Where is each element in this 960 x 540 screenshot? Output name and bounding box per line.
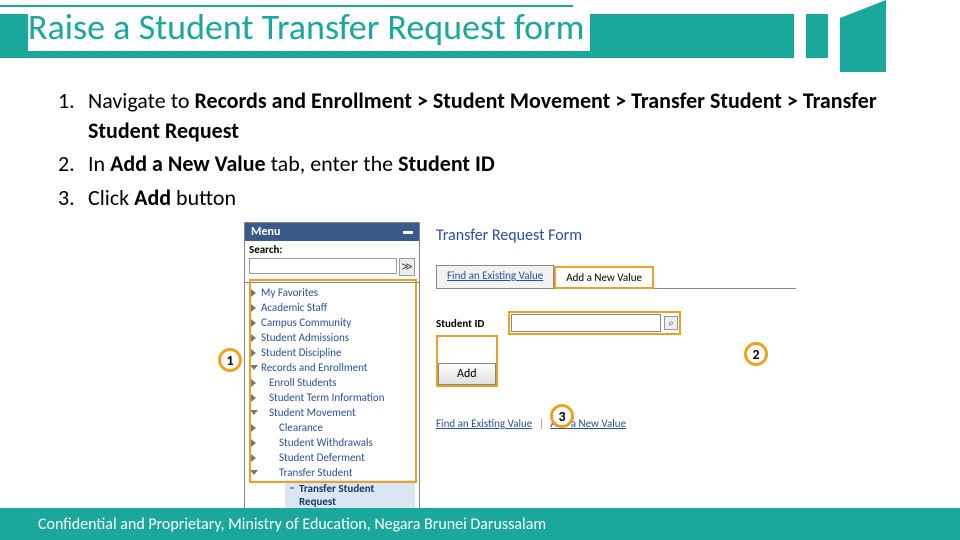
step-number: 3.: [58, 183, 88, 213]
header-accent: [806, 14, 828, 58]
nav-student-admissions[interactable]: Student Admissions: [249, 330, 419, 345]
nav-student-withdrawals[interactable]: Student Withdrawals: [249, 435, 419, 450]
step-text: In Add a New Value tab, enter the Studen…: [88, 149, 928, 179]
nav-academic-staff[interactable]: Academic Staff: [249, 300, 419, 315]
student-id-input[interactable]: [511, 314, 661, 332]
form-title: Transfer Request Form: [436, 226, 796, 245]
callout-highlight-2: ⌕: [508, 311, 681, 335]
nav-enroll-students[interactable]: Enroll Students: [249, 375, 419, 390]
step-3: 3. Click Add button: [58, 183, 928, 213]
nav-student-deferment[interactable]: Student Deferment: [249, 450, 419, 465]
nav-student-discipline[interactable]: Student Discipline: [249, 345, 419, 360]
search-go-button[interactable]: ≫: [399, 258, 415, 276]
step-text: Click Add button: [88, 183, 928, 213]
menu-list: My Favorites Academic Staff Campus Commu…: [245, 283, 419, 529]
search-input[interactable]: [249, 258, 397, 274]
tabs: Find an Existing Value Add a New Value: [436, 265, 796, 289]
add-button[interactable]: Add: [438, 363, 496, 385]
header-top-line: [0, 5, 573, 7]
nav-student-movement[interactable]: Student Movement: [249, 405, 419, 420]
menu-header: Menu: [245, 223, 419, 241]
step-1: 1. Navigate to Records and Enrollment > …: [58, 86, 928, 145]
menu-search: Search: ≫: [245, 241, 419, 283]
step-number: 2.: [58, 149, 88, 179]
nav-records-enrollment[interactable]: Records and Enrollment: [249, 360, 419, 375]
tab-add-new[interactable]: Add a New Value: [554, 266, 654, 289]
footer-text: Confidential and Proprietary, Ministry o…: [38, 515, 546, 534]
link-find-existing[interactable]: Find an Existing Value: [436, 417, 532, 430]
page-title: Raise a Student Transfer Request form: [28, 6, 590, 51]
minimize-icon[interactable]: [403, 231, 413, 234]
step-2: 2. In Add a New Value tab, enter the Stu…: [58, 149, 928, 179]
search-label: Search:: [249, 243, 415, 256]
app-screenshot: Menu Search: ≫ My Favorites Academic Sta…: [244, 222, 804, 486]
nav-menu: Menu Search: ≫ My Favorites Academic Sta…: [244, 222, 420, 530]
instruction-steps: 1. Navigate to Records and Enrollment > …: [58, 86, 928, 217]
menu-title: Menu: [251, 225, 280, 239]
student-id-label: Student ID: [436, 317, 508, 330]
callout-2: 2: [744, 342, 768, 366]
nav-campus-community[interactable]: Campus Community: [249, 315, 419, 330]
link-separator: |: [539, 417, 544, 430]
lookup-icon[interactable]: ⌕: [664, 316, 678, 330]
nav-transfer-student[interactable]: Transfer Student: [249, 465, 419, 480]
header-accent: [840, 0, 886, 72]
nav-clearance[interactable]: Clearance: [249, 420, 419, 435]
content-area: Transfer Request Form Find an Existing V…: [436, 226, 796, 430]
callout-highlight-3: Add: [436, 335, 498, 387]
tab-find-existing[interactable]: Find an Existing Value: [436, 265, 554, 288]
callout-3: 3: [550, 404, 574, 428]
nav-transfer-student-request[interactable]: Transfer Student Request: [285, 480, 415, 510]
nav-student-term-info[interactable]: Student Term Information: [249, 390, 419, 405]
step-text: Navigate to Records and Enrollment > Stu…: [88, 86, 928, 145]
step-number: 1.: [58, 86, 88, 145]
footer: Confidential and Proprietary, Ministry o…: [0, 508, 960, 540]
callout-1: 1: [218, 348, 242, 372]
bottom-links: Find an Existing Value | Add a New Value: [436, 417, 796, 430]
nav-my-favorites[interactable]: My Favorites: [249, 285, 419, 300]
student-id-row: Student ID ⌕: [436, 311, 796, 335]
